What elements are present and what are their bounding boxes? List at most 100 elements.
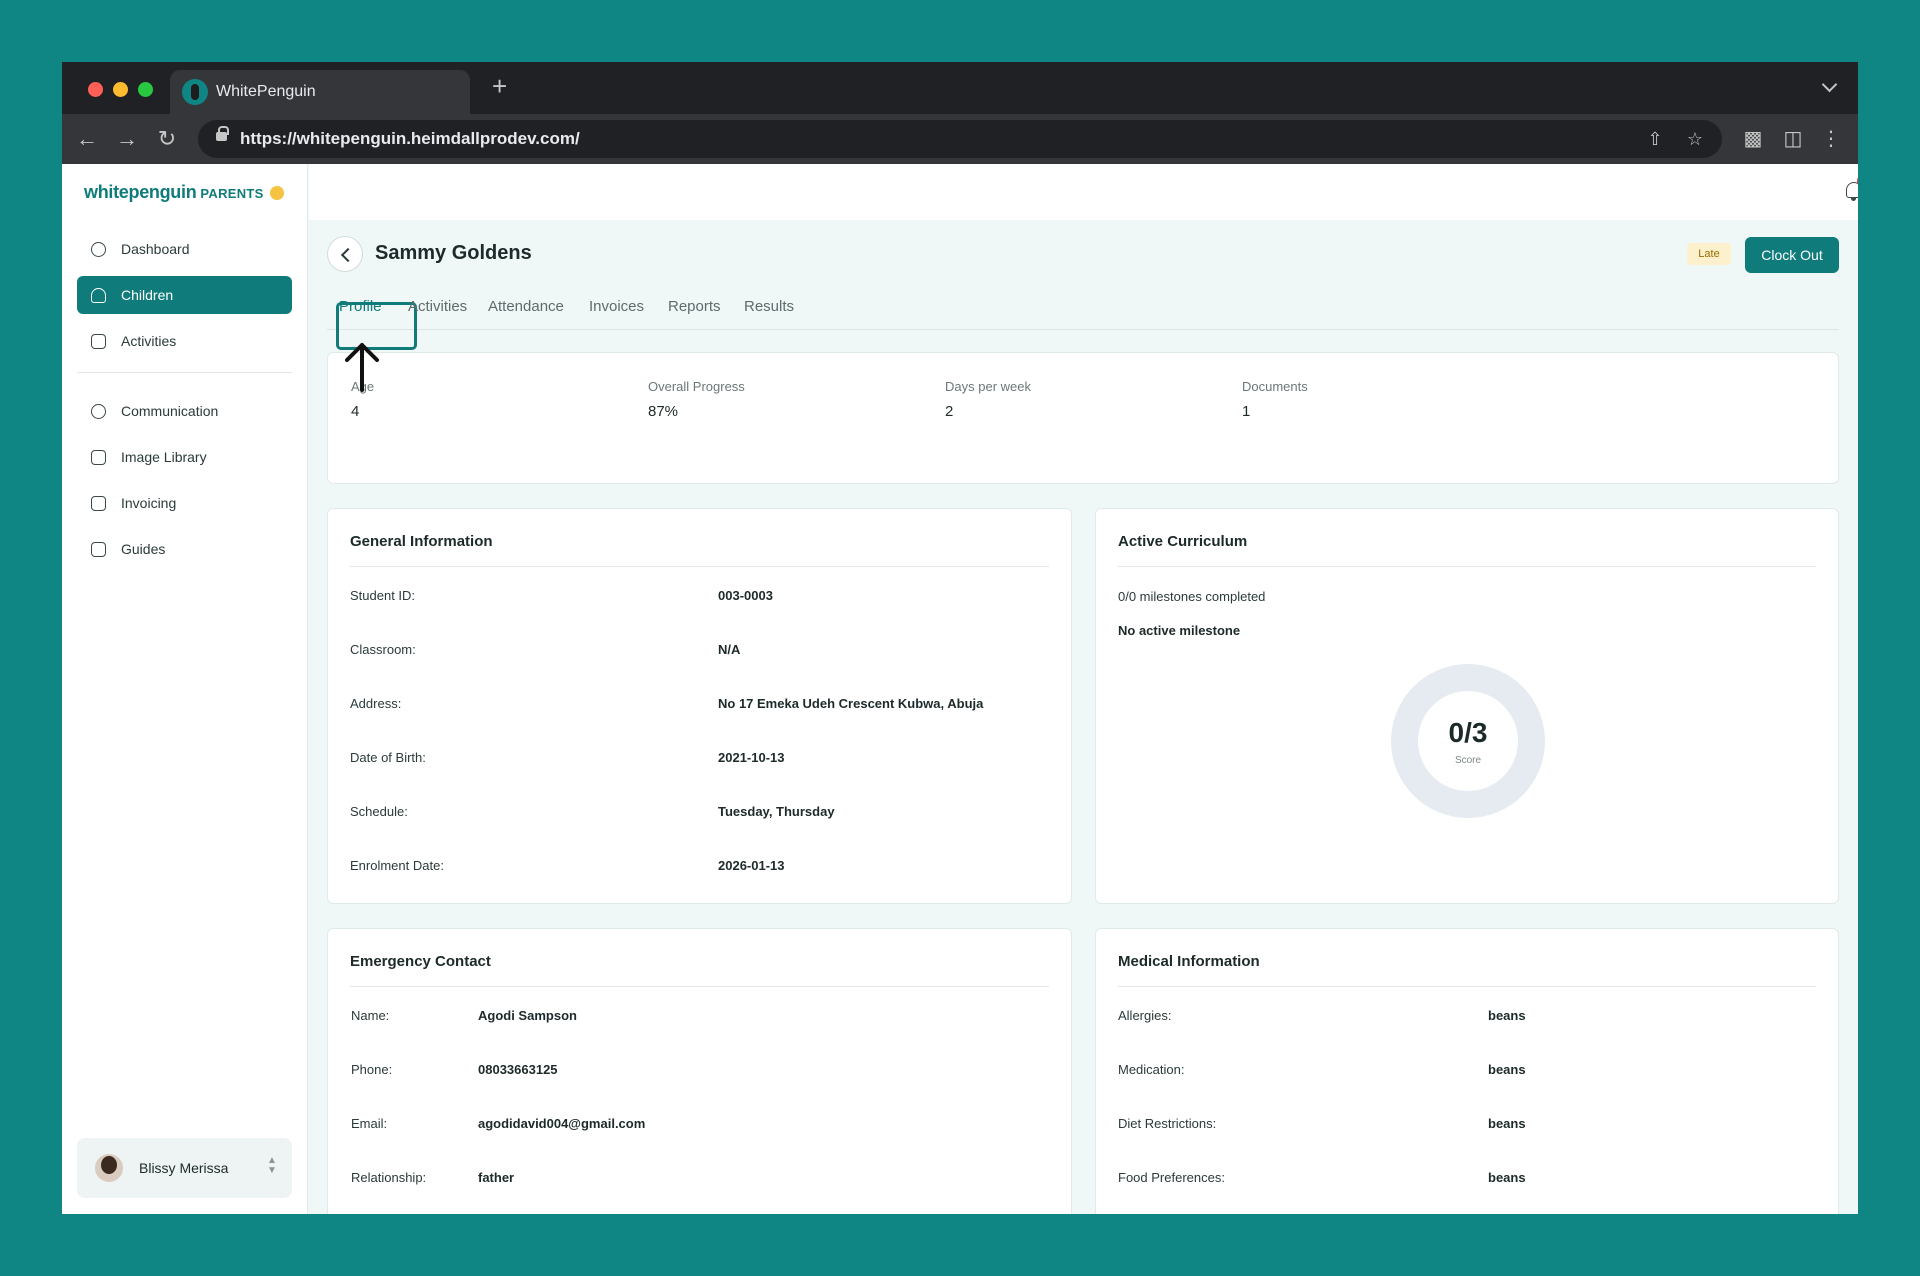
tab-invoices[interactable]: Invoices: [589, 298, 644, 315]
user-menu[interactable]: Blissy Merissa ▲ ▼: [77, 1138, 292, 1198]
sidebar-item-image-library[interactable]: Image Library: [77, 438, 292, 476]
stat-value-documents: 1: [1242, 403, 1251, 420]
new-tab-button[interactable]: +: [492, 72, 507, 100]
brand-badge-icon: [270, 186, 284, 200]
info-label: Schedule:: [350, 804, 408, 819]
sidebar-item-guides[interactable]: Guides: [77, 530, 292, 568]
browser-tab-bar: WhitePenguin +: [62, 62, 1858, 114]
sidebar-item-label: Image Library: [121, 449, 207, 465]
medical-label: Diet Restrictions:: [1118, 1116, 1217, 1131]
medical-label: Medication:: [1118, 1062, 1185, 1077]
chevron-up-down-icon: ▲ ▼: [267, 1155, 277, 1176]
card-divider: [350, 986, 1049, 987]
activities-icon: [91, 334, 106, 349]
stat-value-progress: 87%: [648, 403, 679, 420]
tab-results[interactable]: Results: [744, 298, 794, 315]
tab-activities[interactable]: Activities: [408, 298, 467, 315]
contact-value: 08033663125: [478, 1062, 558, 1077]
user-name: Blissy Merissa: [139, 1160, 229, 1176]
info-value: 2026-01-13: [718, 858, 785, 873]
guides-icon: [91, 542, 106, 557]
stat-label-days: Days per week: [945, 379, 1031, 394]
sidebar-item-label: Communication: [121, 403, 219, 419]
emergency-contact-card: Emergency Contact Name: Agodi Sampson Ph…: [327, 928, 1072, 1214]
brand-sub: PARENTS: [200, 186, 264, 201]
profile-tabs: Profile Activities Attendance Invoices R…: [327, 284, 1839, 350]
share-icon[interactable]: ⇧: [1642, 126, 1668, 152]
browser-tab-title: WhitePenguin: [216, 83, 316, 100]
contact-label: Relationship:: [351, 1170, 427, 1185]
score-donut: 0/3 Score: [1391, 664, 1545, 818]
card-divider: [350, 566, 1049, 567]
arrow-up-icon: [345, 343, 379, 392]
stat-label-documents: Documents: [1242, 379, 1308, 394]
score-label: Score: [1454, 755, 1482, 766]
score-donut-center: 0/3 Score: [1418, 691, 1518, 791]
sidebar-item-label: Children: [121, 287, 174, 303]
card-divider: [1118, 566, 1816, 567]
avatar: [95, 1154, 123, 1182]
stat-value-days: 2: [945, 403, 954, 420]
info-label: Classroom:: [350, 642, 416, 657]
back-arrow-icon[interactable]: ←: [72, 124, 102, 154]
sidebar-item-activities[interactable]: Activities: [77, 322, 292, 360]
minimize-window-icon[interactable]: [113, 82, 128, 97]
top-bar: 41: [309, 164, 1858, 220]
medical-label: Allergies:: [1118, 1008, 1172, 1023]
medical-information-card: Medical Information Allergies: beans Med…: [1095, 928, 1839, 1214]
sidebar-item-label: Dashboard: [121, 241, 190, 257]
bookmark-star-icon[interactable]: ☆: [1682, 126, 1708, 152]
forward-arrow-icon[interactable]: →: [112, 124, 142, 154]
sidebar-item-dashboard[interactable]: Dashboard: [77, 230, 292, 268]
medical-label: Food Preferences:: [1118, 1170, 1225, 1185]
brand-name: whitepenguin: [84, 182, 197, 202]
sidebar-item-label: Guides: [121, 541, 166, 557]
medical-value: beans: [1488, 1062, 1526, 1077]
info-label: Address:: [350, 696, 402, 711]
lock-icon: [216, 126, 229, 141]
info-value: 2021-10-13: [718, 750, 785, 765]
side-panel-icon[interactable]: ◫: [1778, 124, 1808, 154]
sidebar-item-label: Invoicing: [121, 495, 177, 511]
clock-out-button[interactable]: Clock Out: [1745, 237, 1839, 273]
bell-icon[interactable]: [1846, 182, 1858, 201]
browser-tab[interactable]: WhitePenguin: [170, 70, 470, 114]
tab-profile[interactable]: Profile: [336, 298, 417, 350]
close-window-icon[interactable]: [88, 82, 103, 97]
extensions-puzzle-icon[interactable]: ▩: [1738, 124, 1768, 154]
address-bar[interactable]: https://whitepenguin.heimdallprodev.com/…: [198, 120, 1722, 158]
page-title: Sammy Goldens: [375, 242, 532, 264]
sidebar-item-invoicing[interactable]: Invoicing: [77, 484, 292, 522]
browser-menu-icon[interactable]: ⋮: [1816, 124, 1846, 154]
card-title: Active Curriculum: [1118, 533, 1248, 550]
sidebar-item-children[interactable]: Children: [77, 276, 292, 314]
communication-icon: [91, 404, 106, 419]
medical-value: beans: [1488, 1116, 1526, 1131]
sidebar-item-label: Activities: [121, 333, 177, 349]
maximize-window-icon[interactable]: [138, 82, 153, 97]
info-value: N/A: [718, 642, 741, 657]
tab-attendance[interactable]: Attendance: [488, 298, 564, 315]
info-value: 003-0003: [718, 588, 773, 603]
reload-icon[interactable]: ↻: [152, 124, 182, 154]
address-url[interactable]: https://whitepenguin.heimdallprodev.com/: [240, 129, 580, 149]
status-badge: Late: [1687, 243, 1731, 265]
info-label: Enrolment Date:: [350, 858, 444, 873]
contact-value: father: [478, 1170, 515, 1185]
milestone-status: No active milestone: [1118, 623, 1241, 638]
contact-label: Email:: [351, 1116, 388, 1131]
brand-logo[interactable]: whitepenguin PARENTS: [84, 182, 264, 203]
card-title: General Information: [350, 533, 493, 550]
tab-reports[interactable]: Reports: [668, 298, 721, 315]
sidebar-item-communication[interactable]: Communication: [77, 392, 292, 430]
back-button[interactable]: [327, 236, 363, 272]
contact-label: Name:: [351, 1008, 390, 1023]
chevron-down-icon[interactable]: [1820, 76, 1840, 96]
info-value: No 17 Emeka Udeh Crescent Kubwa, Abuja: [718, 696, 984, 711]
dashboard-icon: [91, 242, 106, 257]
contact-value: agodidavid004@gmail.com: [478, 1116, 646, 1131]
score-value: 0/3: [1448, 717, 1488, 748]
browser-toolbar: ← → ↻ https://whitepenguin.heimdallprode…: [62, 114, 1858, 164]
stats-card: Age 4 Overall Progress 87% Days per week…: [327, 352, 1839, 484]
camera-icon: [91, 450, 106, 465]
